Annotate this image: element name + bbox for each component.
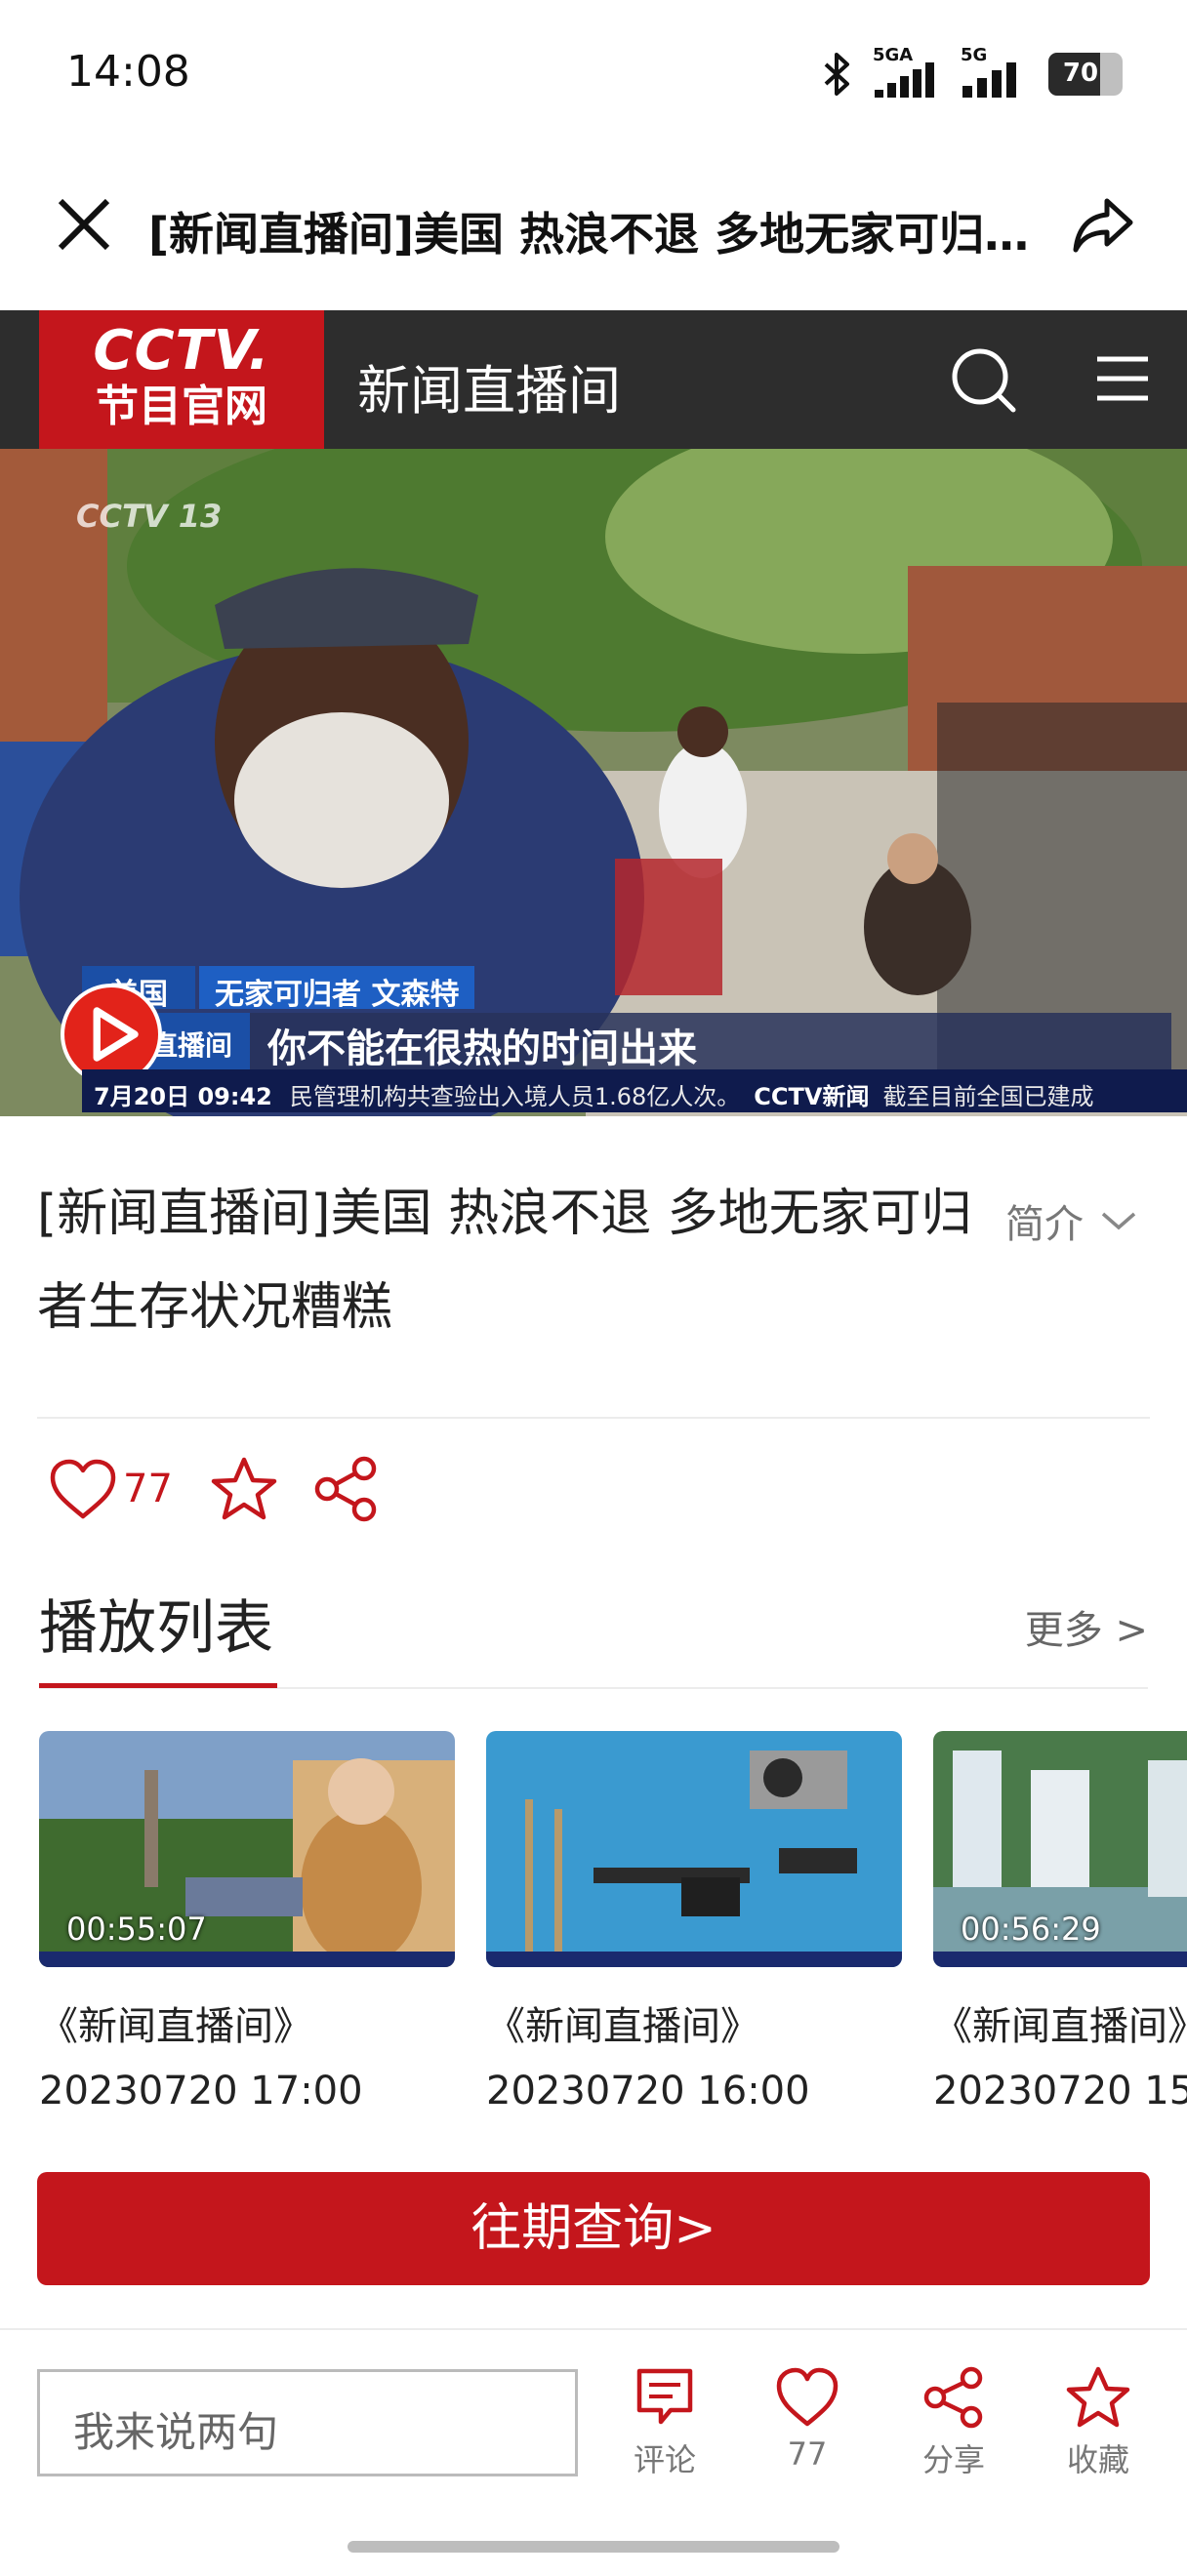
playlist-more-link[interactable]: 更多 >: [1025, 1598, 1148, 1655]
caption-bottom: 新闻直播间 你不能在很热的时间出来: [82, 1013, 1171, 1071]
share-icon[interactable]: [311, 1455, 380, 1523]
site-header: CCTV. 节目官网 新闻直播间: [0, 310, 1187, 449]
heart-icon: [776, 2367, 839, 2427]
thumbnail[interactable]: 00:56:29: [933, 1731, 1187, 1967]
video-duration: 00:56:29: [961, 1911, 1101, 1948]
ticker-text: 民管理机构共查验出入境人员1.68亿人次。: [289, 1083, 741, 1110]
like-button[interactable]: 77: [754, 2365, 861, 2473]
comment-input[interactable]: 我来说两句: [37, 2369, 578, 2476]
caption-quote: 你不能在很热的时间出来: [250, 1013, 1171, 1071]
item-date: 20230720 17:00: [39, 2069, 363, 2113]
heart-icon[interactable]: [47, 1456, 119, 1522]
channel-name: 新闻直播间: [357, 360, 621, 422]
thumbnail-image: [486, 1731, 902, 1967]
star-icon[interactable]: [210, 1455, 278, 1523]
battery-icon: 70: [1048, 53, 1123, 96]
item-title: 《新闻直播间》: [933, 2004, 1187, 2049]
comment-icon: [636, 2368, 693, 2425]
thumbnail[interactable]: 00:55:07: [39, 1731, 455, 1967]
news-ticker: 7月20日 09:42 民管理机构共查验出入境人员1.68亿人次。 CCTV新闻 截至…: [82, 1069, 1187, 1112]
playlist-item[interactable]: 《新闻直播间》 20230720 16:00: [486, 1731, 902, 2113]
channel-watermark: CCTV 13: [76, 498, 223, 535]
playlist-carousel[interactable]: 00:55:07 《新闻直播间》 20230720 17:00 《新闻直播间》 …: [39, 1731, 1187, 2151]
video-player[interactable]: CCTV 13 美国 无家可归者 文森特 新闻直播间 你不能在很热的时间出来 7…: [0, 449, 1187, 1116]
favorite-label: 收藏: [1066, 2441, 1129, 2478]
history-query-button[interactable]: 往期查询>: [37, 2172, 1150, 2285]
thumbnail-ticker: [933, 1952, 1187, 1967]
ticker-tail: 截至目前全国已建成: [882, 1083, 1094, 1110]
caption-person: 无家可归者 文森特: [199, 966, 475, 1012]
signal-5ga-icon: 5GA: [873, 45, 943, 98]
action-row: 77: [47, 1450, 380, 1528]
intro-toggle[interactable]: 简介: [1005, 1192, 1138, 1249]
divider: [0, 2328, 1187, 2330]
battery-percent: 70: [1062, 59, 1099, 88]
page-title: [新闻直播间]美国 热浪不退 多地无家可归者生存状况糟糕: [148, 208, 1046, 261]
close-icon[interactable]: [55, 195, 113, 254]
comment-label: 评论: [633, 2441, 696, 2478]
divider: [37, 1417, 1150, 1419]
like-count: 77: [123, 1467, 173, 1511]
ticker-brand: CCTV新闻: [754, 1083, 870, 1110]
item-title: 《新闻直播间》: [486, 2004, 759, 2049]
star-icon: [1066, 2366, 1130, 2428]
status-time: 14:08: [66, 47, 190, 97]
status-icons: 5GA 5G 70: [820, 45, 1123, 98]
video-title: [新闻直播间]美国 热浪不退 多地无家可归者生存状况糟糕: [37, 1185, 972, 1337]
item-date: 20230720 15:00: [933, 2069, 1187, 2113]
comment-button[interactable]: 评论: [611, 2365, 718, 2480]
search-icon[interactable]: [949, 345, 1017, 414]
cctv-logo[interactable]: CCTV. 节目官网: [39, 310, 324, 449]
share-button[interactable]: 分享: [900, 2365, 1007, 2480]
logo-text: CCTV.: [93, 319, 270, 382]
thumbnail-ticker: [39, 1952, 455, 1967]
signal-5g-icon: 5G: [961, 45, 1031, 98]
thumbnail-ticker: [486, 1952, 902, 1967]
status-bar: 14:08 5GA 5G 70: [0, 0, 1187, 146]
playlist-title: 播放列表: [39, 1594, 273, 1663]
bluetooth-icon: [824, 53, 849, 96]
chevron-down-icon: [1101, 1212, 1136, 1230]
favorite-button[interactable]: 收藏: [1044, 2365, 1152, 2480]
playlist-item[interactable]: 00:56:29 《新闻直播间》 20230720 15:00: [933, 1731, 1187, 2113]
share-label: 分享: [921, 2441, 985, 2478]
playlist-title-underline: [39, 1683, 277, 1688]
playlist-item[interactable]: 00:55:07 《新闻直播间》 20230720 17:00: [39, 1731, 455, 2113]
menu-icon[interactable]: [1093, 351, 1152, 406]
top-nav: [新闻直播间]美国 热浪不退 多地无家可归者生存状况糟糕: [0, 166, 1187, 283]
item-date: 20230720 16:00: [486, 2069, 810, 2113]
like-count: 77: [787, 2435, 828, 2473]
video-duration: 00:55:07: [66, 1911, 207, 1948]
ticker-date: 7月20日 09:42: [94, 1083, 272, 1110]
intro-label: 简介: [1005, 1202, 1084, 1247]
share-icon: [923, 2366, 983, 2429]
share-icon[interactable]: [1072, 195, 1134, 254]
logo-subtext: 节目官网: [96, 382, 267, 431]
item-title: 《新闻直播间》: [39, 2004, 312, 2049]
home-indicator[interactable]: [348, 2541, 839, 2553]
thumbnail[interactable]: [486, 1731, 902, 1967]
